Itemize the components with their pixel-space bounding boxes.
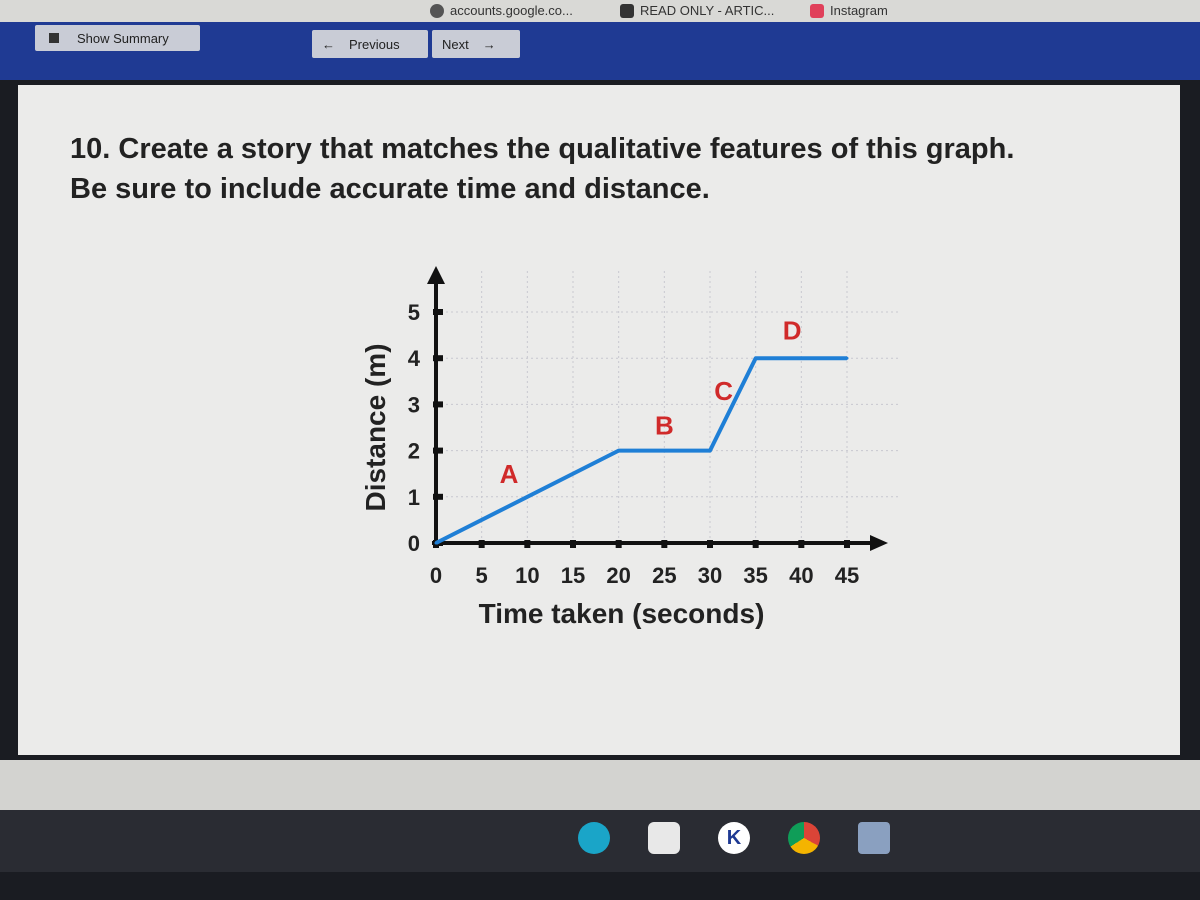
question-text: 10. Create a story that matches the qual… [70,133,1015,205]
arrow-left-icon: ← [322,36,335,52]
kahoot-app-icon[interactable]: K [718,822,750,854]
game-app-icon[interactable] [858,822,890,854]
camera-app-icon[interactable] [578,822,610,854]
toolbar: Show Summary ← Previous Next → [0,22,1200,80]
document-icon [620,3,634,18]
bookmarks-bar: accounts.google.co... READ ONLY - ARTIC.… [0,0,1200,22]
globe-icon [430,3,444,18]
app-shelf: K [0,810,1200,872]
show-summary-button[interactable]: Show Summary [35,25,200,51]
bookmark-instagram[interactable]: Instagram [810,3,888,18]
arrow-right-icon: → [482,36,496,52]
chrome-icon[interactable] [788,822,820,854]
square-icon [49,33,59,43]
question-panel: 10. Create a story that matches the qual… [18,85,1180,755]
bookmark-read-only[interactable]: READ ONLY - ARTIC... [620,3,774,18]
files-app-icon[interactable] [648,822,680,854]
next-button[interactable]: Next → [432,30,520,58]
bookmark-google[interactable]: accounts.google.co... [430,3,573,18]
previous-button[interactable]: ← Previous [312,30,428,58]
page-footer [0,760,1200,810]
instagram-icon [810,3,824,18]
